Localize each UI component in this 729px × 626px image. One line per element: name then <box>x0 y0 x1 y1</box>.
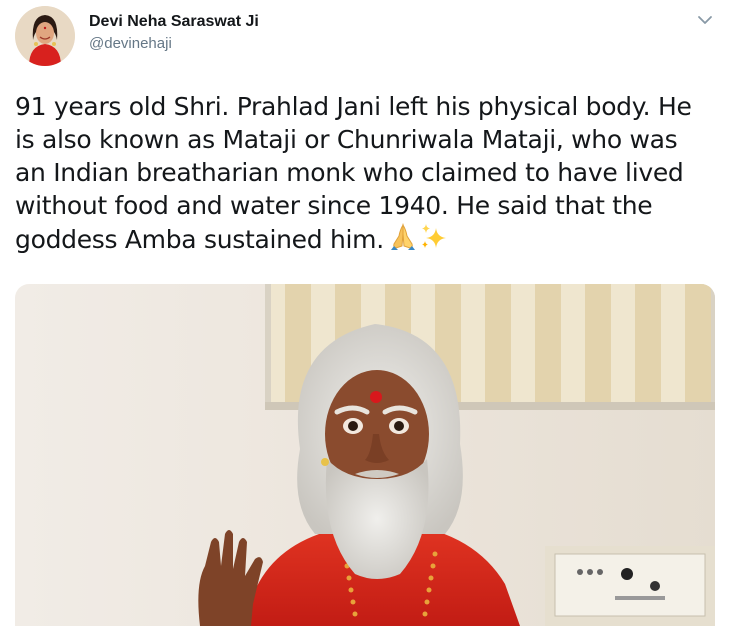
tweet-text-line: 91 years old Shri. Prahlad Jani left his… <box>15 92 692 121</box>
chevron-down-icon[interactable] <box>695 10 715 30</box>
tweet-card: Devi Neha Saraswat Ji @devinehaji 91 yea… <box>0 0 729 626</box>
folded-hands-icon <box>388 222 418 260</box>
avatar[interactable] <box>15 6 75 66</box>
profile-photo-icon <box>15 6 75 66</box>
tweet-header: Devi Neha Saraswat Ji @devinehaji <box>15 6 715 66</box>
sparkles-icon <box>419 222 449 260</box>
monk-photo-image <box>15 284 715 626</box>
tweet-text-line: an Indian breatharian monk who claimed t… <box>15 158 684 187</box>
tweet-text: 91 years old Shri. Prahlad Jani left his… <box>15 90 715 260</box>
tweet-text-line: is also known as Mataji or Chunriwala Ma… <box>15 125 678 154</box>
display-name[interactable]: Devi Neha Saraswat Ji <box>89 12 259 32</box>
tweet-text-line-last: goddess Amba sustained him. <box>15 222 715 260</box>
tweet-text-line: without food and water since 1940. He sa… <box>15 191 653 220</box>
tweet-photo[interactable] <box>15 284 715 626</box>
user-names: Devi Neha Saraswat Ji @devinehaji <box>89 12 259 54</box>
tweet-text-segment: goddess Amba sustained him. <box>15 225 384 254</box>
user-handle[interactable]: @devinehaji <box>89 34 259 54</box>
